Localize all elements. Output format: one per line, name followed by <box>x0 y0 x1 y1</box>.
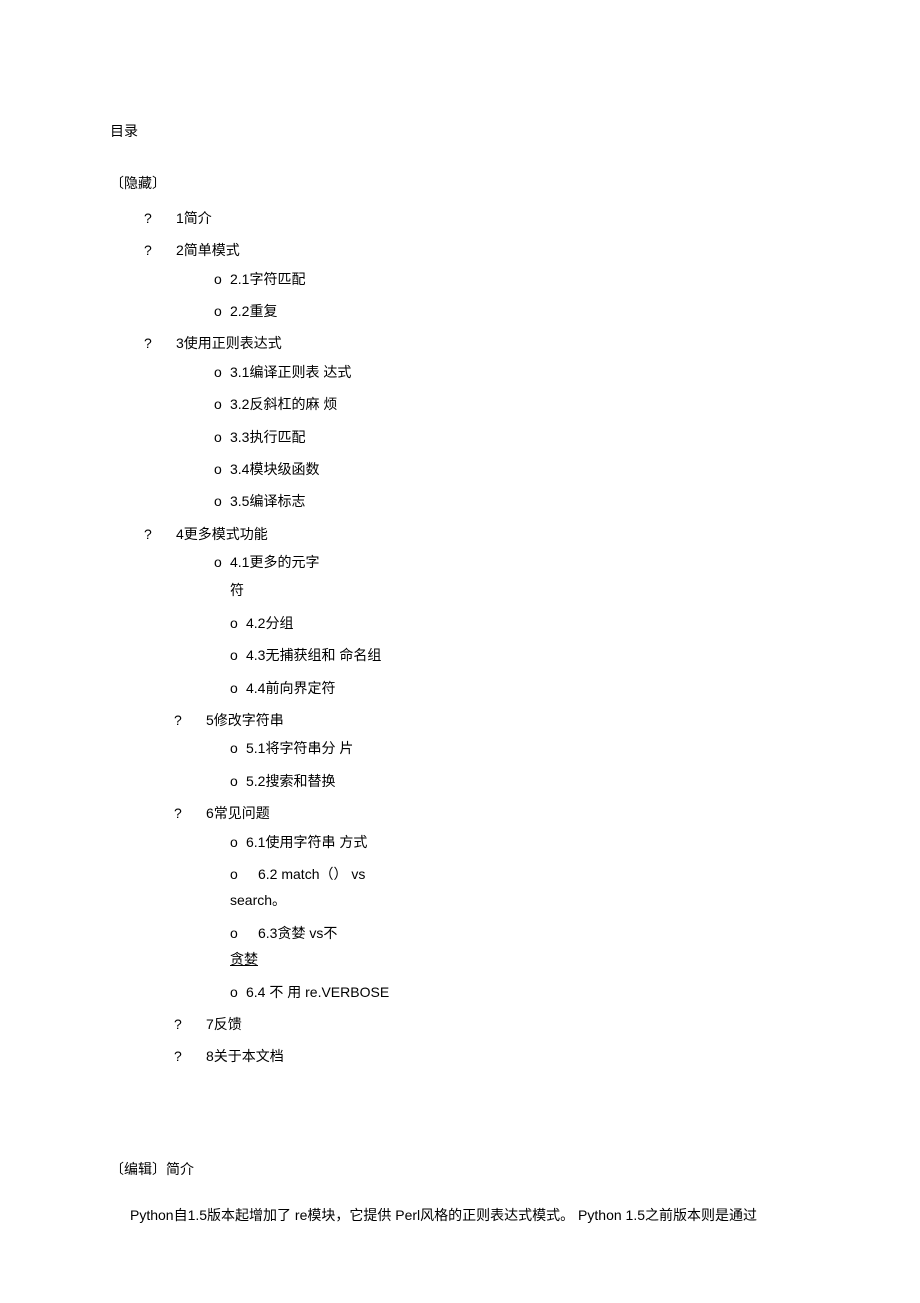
toc-subitem[interactable]: o 6.4 不 用 re.VERBOSE <box>230 981 810 1003</box>
bullet-icon: o <box>214 268 228 290</box>
toc-item[interactable]: ? 4更多模式功能 o 4.1更多的元字 符 o 4.2分组 <box>144 523 810 699</box>
toc-item[interactable]: ? 2简单模式 o 2.1字符匹配 o 2.2重复 <box>144 239 810 322</box>
toc-hide-toggle[interactable]: 〔隐藏〕 <box>110 172 810 194</box>
toc-link[interactable]: 3.5编译标志 <box>230 490 305 512</box>
toc-subitem[interactable]: o 6.1使用字符串 方式 <box>230 831 810 853</box>
toc-link[interactable]: 3.1编译正则表 达式 <box>230 361 351 383</box>
bullet-icon: o <box>214 551 228 573</box>
toc-link[interactable]: 5.2搜索和替换 <box>246 770 335 792</box>
bullet-icon: o <box>230 981 244 1003</box>
bullet-icon: o <box>230 770 244 792</box>
toc-subitem[interactable]: o 4.1更多的元字 符 o 4.2分组 o 4.3无捕获组和 命名组 <box>214 551 810 699</box>
toc-link[interactable]: 3.4模块级函数 <box>230 458 319 480</box>
toc-item[interactable]: ? 5修改字符串 o 5.1将字符串分 片 o 5.2搜索和替换 <box>174 709 810 792</box>
toc-subitem[interactable]: o 2.2重复 <box>214 300 810 322</box>
toc-link[interactable]: 3使用正则表达式 <box>176 332 282 354</box>
section-heading: 〔编辑〕简介 <box>110 1158 810 1180</box>
bullet-icon: o <box>230 677 244 699</box>
toc-link[interactable]: 6.1使用字符串 方式 <box>246 831 367 853</box>
toc-subitem[interactable]: o 5.2搜索和替换 <box>230 770 810 792</box>
toc-link[interactable]: 6.4 不 用 re.VERBOSE <box>246 981 389 1003</box>
toc-item[interactable]: ? 1简介 <box>144 207 810 229</box>
toc-item[interactable]: ? 6常见问题 o 6.1使用字符串 方式 o 6.2 match（） vs s… <box>174 802 810 1003</box>
bullet-icon: o <box>214 393 228 415</box>
bullet-icon: o <box>230 922 244 944</box>
bullet-icon: o <box>214 300 228 322</box>
bullet-icon: o <box>230 863 244 885</box>
toc-link[interactable]: 4.2分组 <box>246 612 293 634</box>
toc-link[interactable]: 6常见问题 <box>206 802 270 824</box>
toc-link[interactable]: 5.1将字符串分 片 <box>246 737 353 759</box>
document-page: 目录 〔隐藏〕 ? 1简介 ? 2简单模式 o 2.1字符匹配 <box>0 0 920 1287</box>
toc-item[interactable]: ? 8关于本文档 <box>174 1045 810 1067</box>
toc-link[interactable]: 5修改字符串 <box>206 709 284 731</box>
toc-sublist: o 4.1更多的元字 符 o 4.2分组 o 4.3无捕获组和 命名组 <box>214 551 810 699</box>
bullet-icon: o <box>230 737 244 759</box>
toc-subitem[interactable]: o 3.4模块级函数 <box>214 458 810 480</box>
toc-subitem[interactable]: o 5.1将字符串分 片 <box>230 737 810 759</box>
toc-subitem[interactable]: o 3.1编译正则表 达式 <box>214 361 810 383</box>
toc-link[interactable]: 8关于本文档 <box>206 1045 284 1067</box>
toc-sublist: o 3.1编译正则表 达式 o 3.2反斜杠的麻 烦 o 3.3执行匹配 o 3… <box>214 361 810 513</box>
bullet-icon: o <box>230 831 244 853</box>
toc-subitem[interactable]: o 6.3贪婪 vs不 贪婪 <box>230 922 810 971</box>
body-paragraph: Python自1.5版本起增加了 re模块，它提供 Perl风格的正则表达式模式… <box>130 1204 810 1226</box>
toc-subitem[interactable]: o 4.4前向界定符 <box>230 677 810 699</box>
bullet-icon: ? <box>144 523 162 545</box>
toc-link[interactable]: 4.4前向界定符 <box>246 677 335 699</box>
toc-list: ? 1简介 ? 2简单模式 o 2.1字符匹配 o 2.2重复 <box>144 207 810 1068</box>
bullet-icon: ? <box>174 1013 192 1035</box>
bullet-icon: o <box>214 458 228 480</box>
toc-link-wrap: search。 <box>230 889 810 911</box>
edit-link[interactable]: 〔编辑〕简介 <box>110 1161 194 1177</box>
toc-subitem[interactable]: o 2.1字符匹配 <box>214 268 810 290</box>
bullet-icon: ? <box>174 709 192 731</box>
bullet-icon: o <box>214 361 228 383</box>
bullet-icon: o <box>214 426 228 448</box>
toc-link[interactable]: 3.3执行匹配 <box>230 426 305 448</box>
toc-sublist: o 4.2分组 o 4.3无捕获组和 命名组 o 4.4前向界定符 <box>230 612 810 699</box>
toc-link-wrap: 符 <box>230 579 810 601</box>
toc-item[interactable]: ? 7反馈 <box>174 1013 810 1035</box>
bullet-icon: o <box>214 490 228 512</box>
bullet-icon: o <box>230 612 244 634</box>
bullet-icon: ? <box>144 207 162 229</box>
toc-subitem[interactable]: o 4.3无捕获组和 命名组 <box>230 644 810 666</box>
toc-link[interactable]: 6.2 match（） vs <box>258 863 365 885</box>
toc-subitem[interactable]: o 4.2分组 <box>230 612 810 634</box>
bullet-icon: ? <box>174 802 192 824</box>
toc-link[interactable]: 4.3无捕获组和 命名组 <box>246 644 381 666</box>
toc-link[interactable]: 4.1更多的元字 <box>230 551 319 573</box>
toc-link-wrap[interactable]: 贪婪 <box>230 951 258 967</box>
toc-sublist: o 5.1将字符串分 片 o 5.2搜索和替换 <box>230 737 810 792</box>
toc-subitem[interactable]: o 6.2 match（） vs search。 <box>230 863 810 912</box>
toc-link[interactable]: 1简介 <box>176 207 212 229</box>
bullet-icon: ? <box>144 332 162 354</box>
toc-subitem[interactable]: o 3.3执行匹配 <box>214 426 810 448</box>
bullet-icon: ? <box>174 1045 192 1067</box>
toc-subitem[interactable]: o 3.5编译标志 <box>214 490 810 512</box>
bullet-icon: ? <box>144 239 162 261</box>
toc-item[interactable]: ? 3使用正则表达式 o 3.1编译正则表 达式 o 3.2反斜杠的麻 烦 o … <box>144 332 810 512</box>
toc-link[interactable]: 3.2反斜杠的麻 烦 <box>230 393 337 415</box>
toc-link[interactable]: 6.3贪婪 vs不 <box>258 922 337 944</box>
toc-title: 目录 <box>110 120 810 142</box>
toc-link[interactable]: 2简单模式 <box>176 239 240 261</box>
toc-link[interactable]: 2.1字符匹配 <box>230 268 305 290</box>
toc-subitem[interactable]: o 3.2反斜杠的麻 烦 <box>214 393 810 415</box>
toc-link[interactable]: 7反馈 <box>206 1013 242 1035</box>
toc-link[interactable]: 2.2重复 <box>230 300 277 322</box>
toc-sublist: o 2.1字符匹配 o 2.2重复 <box>214 268 810 323</box>
toc-sublist: o 6.1使用字符串 方式 o 6.2 match（） vs search。 o… <box>230 831 810 1003</box>
bullet-icon: o <box>230 644 244 666</box>
toc-link[interactable]: 4更多模式功能 <box>176 523 268 545</box>
